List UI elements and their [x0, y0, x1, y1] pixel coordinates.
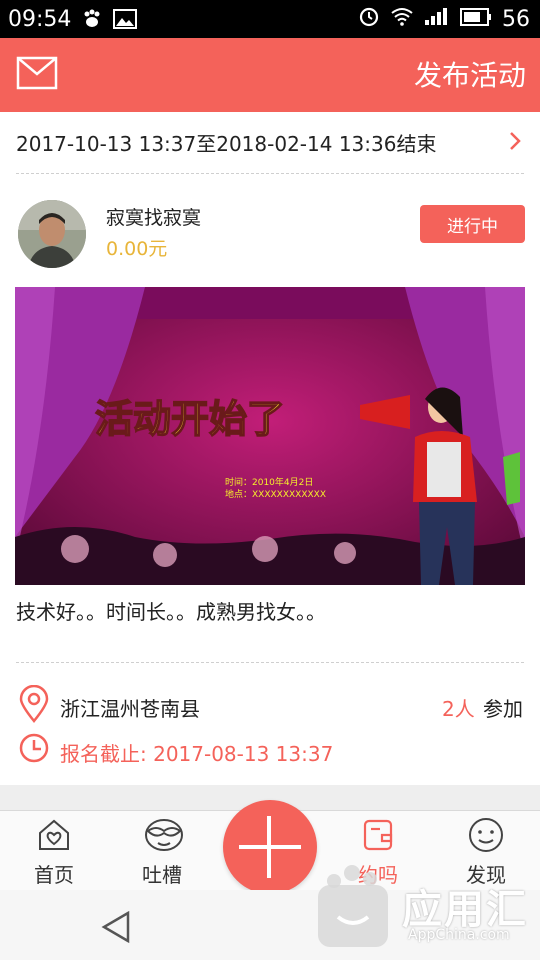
battery-level: 56: [502, 6, 530, 32]
watermark-logo-icon: [318, 865, 388, 947]
divider: [16, 173, 524, 174]
signal-icon: [424, 6, 450, 32]
participants-label: 参加: [483, 697, 523, 721]
wifi-icon: [390, 6, 414, 32]
status-badge[interactable]: 进行中: [420, 205, 525, 243]
participant-count: 2人: [442, 697, 475, 721]
mask-face-icon: [144, 817, 183, 853]
watermark-subtext: AppChina.com: [408, 927, 510, 943]
appchina-watermark: 应用汇 AppChina.com: [312, 855, 540, 960]
status-bar: 09:54 56: [0, 0, 540, 38]
clock-icon: [18, 732, 50, 764]
tab-complain-label: 吐槽: [142, 863, 182, 887]
avatar[interactable]: [18, 200, 86, 268]
event-description: 技术好。。时间长。。成熟男找女。。: [16, 600, 326, 624]
event-price: 0.00元: [106, 238, 168, 260]
divider: [16, 662, 524, 663]
battery-icon: [460, 7, 492, 32]
image-icon: [113, 9, 138, 29]
app-header: 发布活动: [0, 38, 540, 112]
event-date-row[interactable]: 2017-10-13 13:37至2018-02-14 13:36结束: [0, 112, 540, 172]
banner-place: 地点：XXXXXXXXXXXX: [225, 488, 326, 500]
add-button[interactable]: [223, 800, 317, 894]
event-location: 浙江温州苍南县: [60, 697, 200, 721]
registration-deadline: 报名截止: 2017-08-13 13:37: [60, 742, 334, 766]
tab-home-label: 首页: [34, 863, 74, 887]
back-icon[interactable]: [100, 910, 132, 944]
banner-title: 活动开始了: [95, 397, 285, 441]
location-pin-icon: [18, 684, 50, 723]
banner-time: 时间：2010年4月2日: [225, 476, 313, 488]
smiley-icon: [468, 817, 504, 853]
publish-activity-button[interactable]: 发布活动: [414, 54, 526, 94]
status-time: 09:54: [8, 6, 72, 32]
paw-icon: [81, 8, 103, 30]
tab-complain[interactable]: 吐槽: [108, 811, 216, 891]
chevron-right-icon: [508, 130, 522, 152]
event-banner-image[interactable]: 活动开始了 时间：2010年4月2日 地点：XXXXXXXXXXXX: [15, 287, 525, 585]
tab-home[interactable]: 首页: [0, 811, 108, 891]
wallet-icon: [360, 817, 396, 853]
home-heart-icon: [36, 817, 72, 853]
alarm-icon: [358, 5, 380, 33]
organizer-name[interactable]: 寂寞找寂寞: [106, 203, 201, 230]
mail-icon[interactable]: [16, 56, 58, 90]
event-date-range: 2017-10-13 13:37至2018-02-14 13:36结束: [16, 131, 437, 156]
